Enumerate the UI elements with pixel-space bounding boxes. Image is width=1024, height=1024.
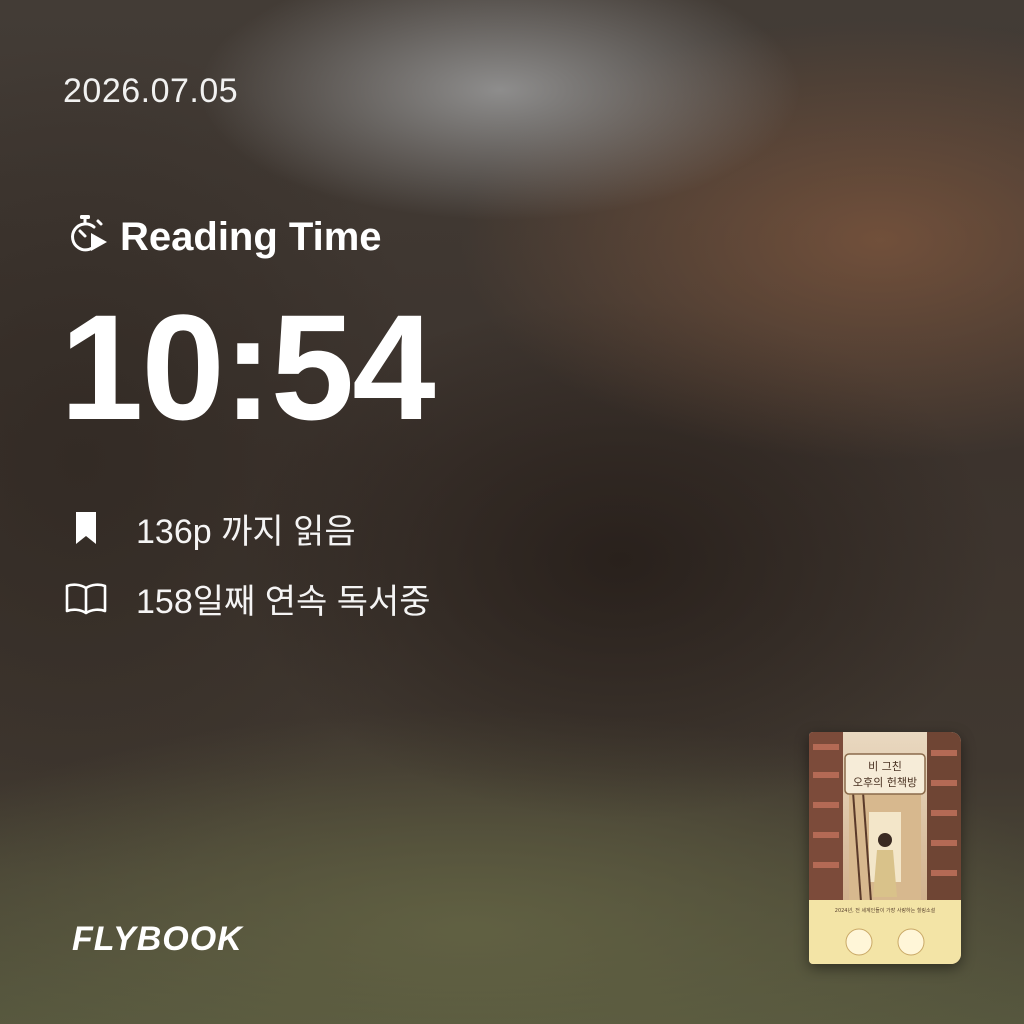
bookmark-icon — [64, 510, 108, 546]
book-title-line1: 비 그친 — [868, 760, 902, 773]
book-tagline: 2024년, 전 세계인들이 가장 사랑하는 힐링소설 — [835, 907, 936, 914]
book-cover-thumbnail[interactable]: 비 그친 오후의 헌책방 2024년, 전 세계인들이 가장 사랑하는 힐링소설 — [809, 732, 961, 964]
reading-streak-text: 158일째 연속 독서중 — [136, 582, 431, 621]
brand-logo: FLYBOOK — [72, 920, 243, 958]
pages-read-row: 136p 까지 읽음 — [64, 505, 356, 551]
reading-time-value: 10:54 — [60, 283, 436, 451]
date-label: 2026.07.05 — [63, 72, 239, 110]
pages-read-text: 136p 까지 읽음 — [136, 512, 356, 551]
reading-time-label: Reading Time — [120, 214, 382, 259]
reading-streak-row: 158일째 연속 독서중 — [64, 575, 431, 621]
reading-time-header: Reading Time — [64, 210, 382, 264]
book-title-line2: 오후의 헌책방 — [853, 776, 917, 789]
stopwatch-play-icon — [64, 212, 110, 263]
open-book-icon — [64, 581, 108, 615]
